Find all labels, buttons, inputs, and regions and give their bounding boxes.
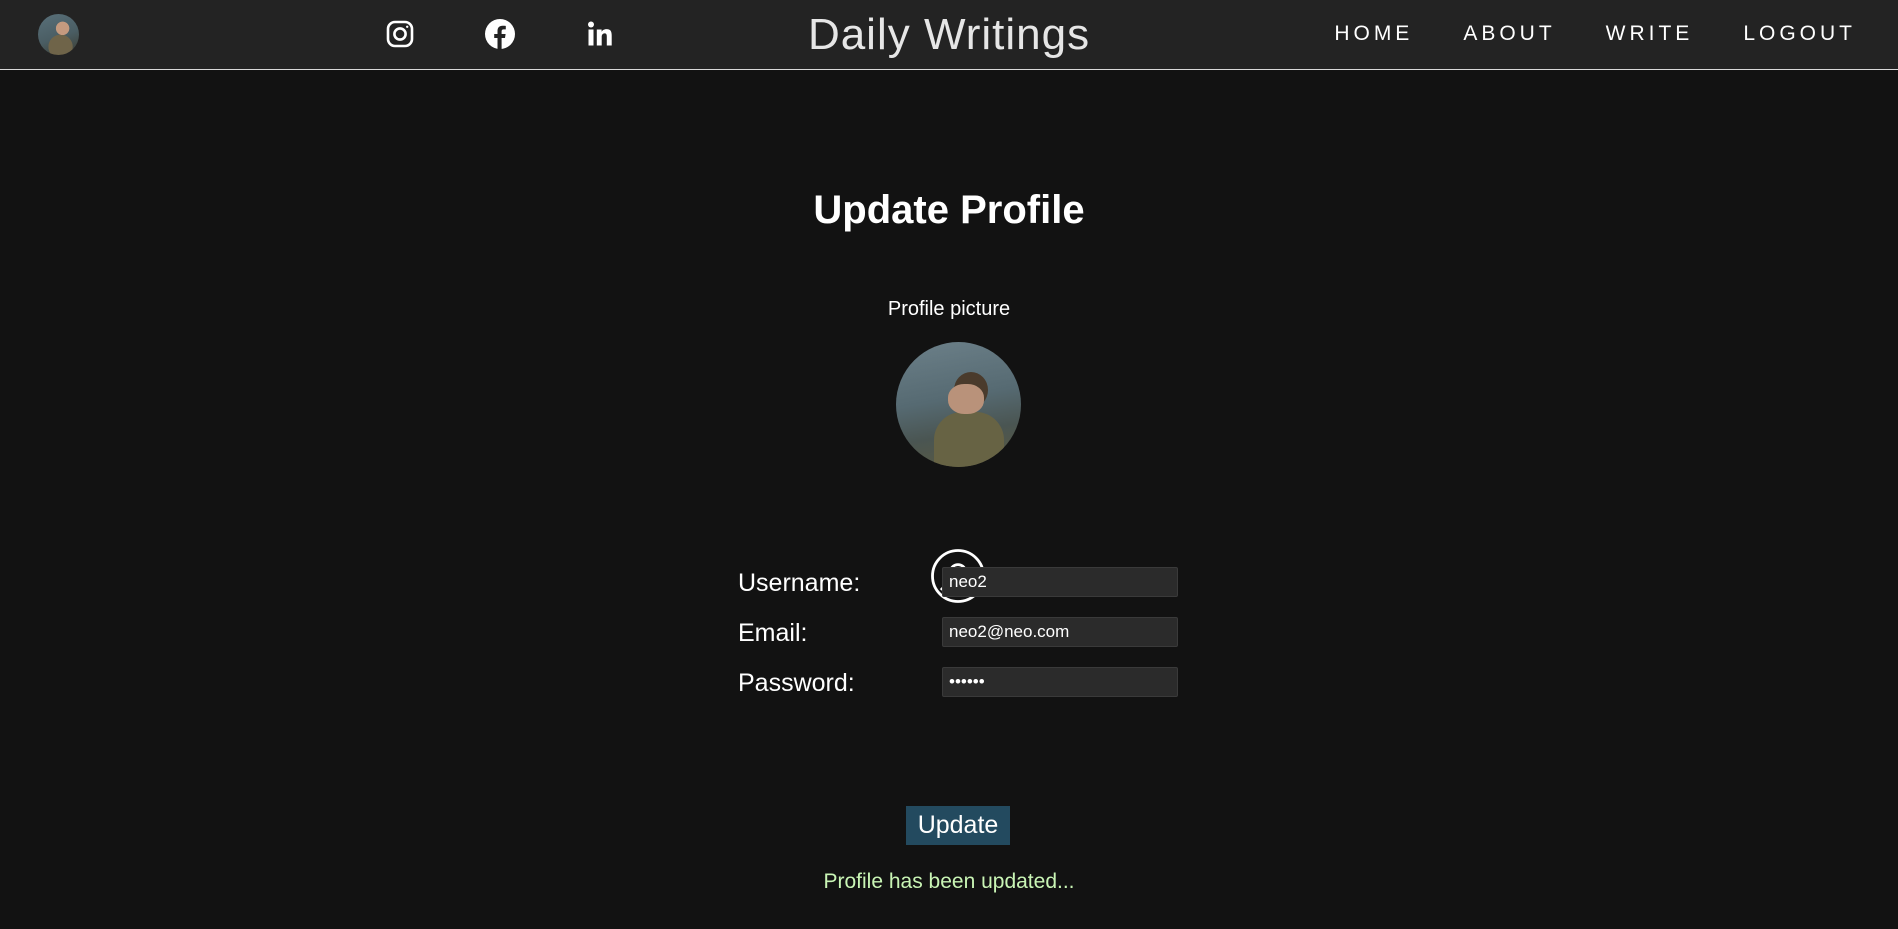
status-message: Profile has been updated... <box>823 870 1075 893</box>
password-row: Password: <box>738 667 1178 699</box>
facebook-icon[interactable] <box>482 16 518 52</box>
email-row: Email: <box>738 617 1178 649</box>
username-input[interactable] <box>942 567 1178 597</box>
profile-picture <box>896 342 1021 467</box>
page-title: Update Profile <box>813 188 1085 232</box>
nav-link-logout[interactable]: LOGOUT <box>1743 22 1856 46</box>
main-content: Update Profile Profile picture Username:… <box>0 70 1898 929</box>
email-label: Email: <box>738 619 808 647</box>
nav-link-about[interactable]: ABOUT <box>1463 22 1555 46</box>
instagram-icon[interactable] <box>382 16 418 52</box>
nav-link-write[interactable]: WRITE <box>1606 22 1694 46</box>
password-label: Password: <box>738 669 855 697</box>
nav-avatar[interactable] <box>38 14 79 55</box>
nav-link-home[interactable]: HOME <box>1334 22 1413 46</box>
profile-picture-label: Profile picture <box>887 298 1011 320</box>
username-label: Username: <box>738 569 861 597</box>
email-input[interactable] <box>942 617 1178 647</box>
linkedin-icon[interactable] <box>582 16 618 52</box>
username-row: Username: <box>738 567 1178 599</box>
brand-title[interactable]: Daily Writings <box>808 10 1090 59</box>
top-navbar: Daily Writings HOME ABOUT WRITE LOGOUT <box>0 0 1898 70</box>
password-input[interactable] <box>942 667 1178 697</box>
nav-links: HOME ABOUT WRITE LOGOUT <box>1334 22 1856 46</box>
update-button[interactable]: Update <box>906 806 1010 845</box>
